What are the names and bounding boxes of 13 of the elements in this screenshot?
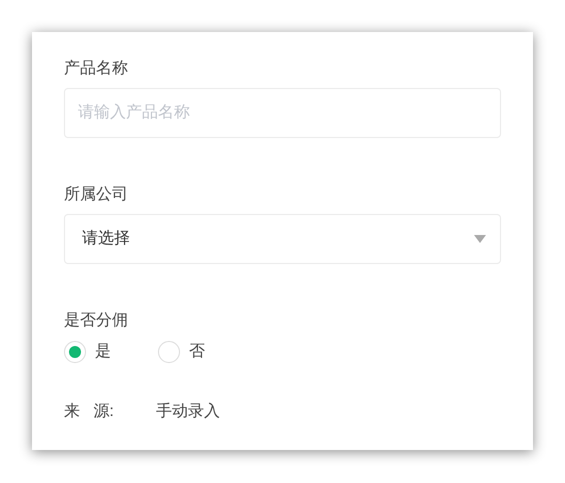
field-label: 产品名称 bbox=[64, 58, 128, 79]
select-field[interactable]: 请选择 bbox=[64, 214, 501, 264]
select-value: 请选择 bbox=[82, 228, 130, 249]
input-field[interactable]: 请输入产品名称 bbox=[64, 88, 501, 138]
radio-option[interactable]: 是 bbox=[64, 340, 111, 364]
field-label: 来 源: bbox=[64, 402, 115, 422]
field-label: 所属公司 bbox=[64, 185, 128, 205]
field-value: 手动录入 bbox=[156, 402, 220, 422]
radio-button[interactable] bbox=[158, 341, 180, 363]
radio-option[interactable]: 否 bbox=[158, 340, 205, 364]
caret-down-icon bbox=[474, 235, 486, 243]
radio-button[interactable] bbox=[64, 341, 86, 363]
field-label: 是否分佣 bbox=[64, 311, 128, 331]
